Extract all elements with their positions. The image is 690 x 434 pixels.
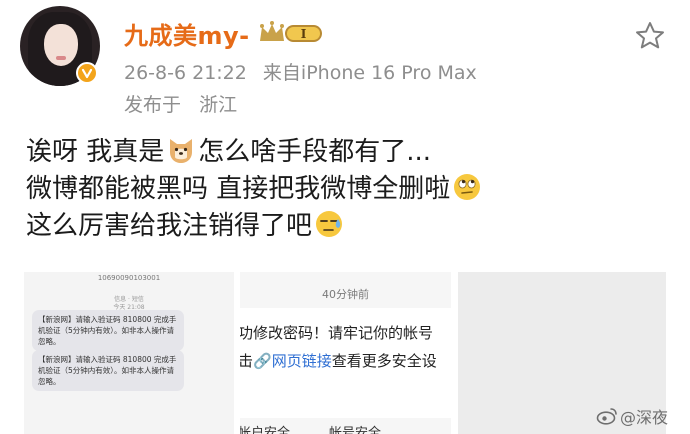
- post-location: 发布于 浙江: [124, 90, 237, 117]
- post-line-1-end: 怎么啥手段都有了...: [198, 137, 432, 167]
- location-value: 浙江: [199, 94, 238, 116]
- sms-bubble-1: 【新浪网】请输入验证码 810800 完成手机验证（5分钟内有效）。如非本人操作…: [32, 310, 184, 351]
- post-line-3-text: 这么厉害给我注销得了吧: [26, 211, 313, 241]
- star-icon[interactable]: [634, 20, 666, 52]
- post-timestamp: 26-8-6 21:22: [124, 62, 247, 84]
- post-text: 诶呀 我真是 怎么啥手段都有了... 微博都能被黑吗 直接把我微博全删啦 这么厉…: [26, 134, 666, 245]
- avatar-lip: [56, 56, 66, 60]
- vip-level: I: [300, 27, 306, 41]
- notice-line-1: 功修改密码！请牢记你的帐号: [240, 324, 434, 342]
- weibo-post: 九成美my- I 26-8-6 21:22 来自iPhone 16 Pro Ma…: [0, 0, 690, 434]
- watermark-text: @深夜: [620, 408, 669, 427]
- dog-face-emoji-icon: [166, 135, 196, 165]
- link-icon: 🔗: [253, 352, 272, 370]
- post-line-1-start: 诶呀 我真是: [26, 137, 165, 167]
- notice-line-2-start: 击: [240, 352, 254, 370]
- notice-line-2-end: 查看更多安全设: [331, 352, 437, 370]
- notice-footer: 帐户安全 帐号安全: [240, 426, 382, 434]
- watermark: @深夜: [596, 404, 668, 428]
- image-notice-screenshot[interactable]: 40分钟前 功修改密码！请牢记你的帐号 击🔗网页链接查看更多安全设 帐户安全 帐…: [240, 272, 451, 434]
- notice-line-2: 击🔗网页链接查看更多安全设: [240, 350, 437, 371]
- sweat-face-emoji-icon: [314, 209, 344, 239]
- name-row: 九成美my- I: [124, 16, 324, 51]
- sms-sender-number: 10690090103001: [97, 274, 161, 282]
- location-prefix: 发布于: [124, 94, 182, 116]
- notice-card: 功修改密码！请牢记你的帐号 击🔗网页链接查看更多安全设: [240, 308, 451, 418]
- weibo-logo-icon: [596, 407, 618, 425]
- sms-bubble-2: 【新浪网】请输入验证码 810800 完成手机验证（5分钟内有效）。如非本人操作…: [32, 350, 184, 391]
- vip-crown-icon[interactable]: I: [258, 20, 324, 46]
- image-sms-screenshot[interactable]: 10690090103001 信息 · 短信 今天 21:08 【新浪网】请输入…: [24, 272, 234, 434]
- verified-badge-icon: [76, 62, 98, 84]
- post-line-2: 微博都能被黑吗 直接把我微博全删啦: [26, 171, 666, 208]
- notice-time: 40分钟前: [322, 288, 369, 301]
- eye-roll-emoji-icon: [452, 172, 482, 202]
- notice-link[interactable]: 网页链接: [272, 352, 332, 370]
- username[interactable]: 九成美my-: [124, 16, 250, 51]
- post-meta: 26-8-6 21:22 来自iPhone 16 Pro Max: [124, 58, 477, 85]
- post-source: 来自iPhone 16 Pro Max: [262, 62, 477, 84]
- post-line-3: 这么厉害给我注销得了吧: [26, 208, 666, 245]
- post-line-2-text: 微博都能被黑吗 直接把我微博全删啦: [26, 174, 451, 204]
- post-line-1: 诶呀 我真是 怎么啥手段都有了...: [26, 134, 666, 171]
